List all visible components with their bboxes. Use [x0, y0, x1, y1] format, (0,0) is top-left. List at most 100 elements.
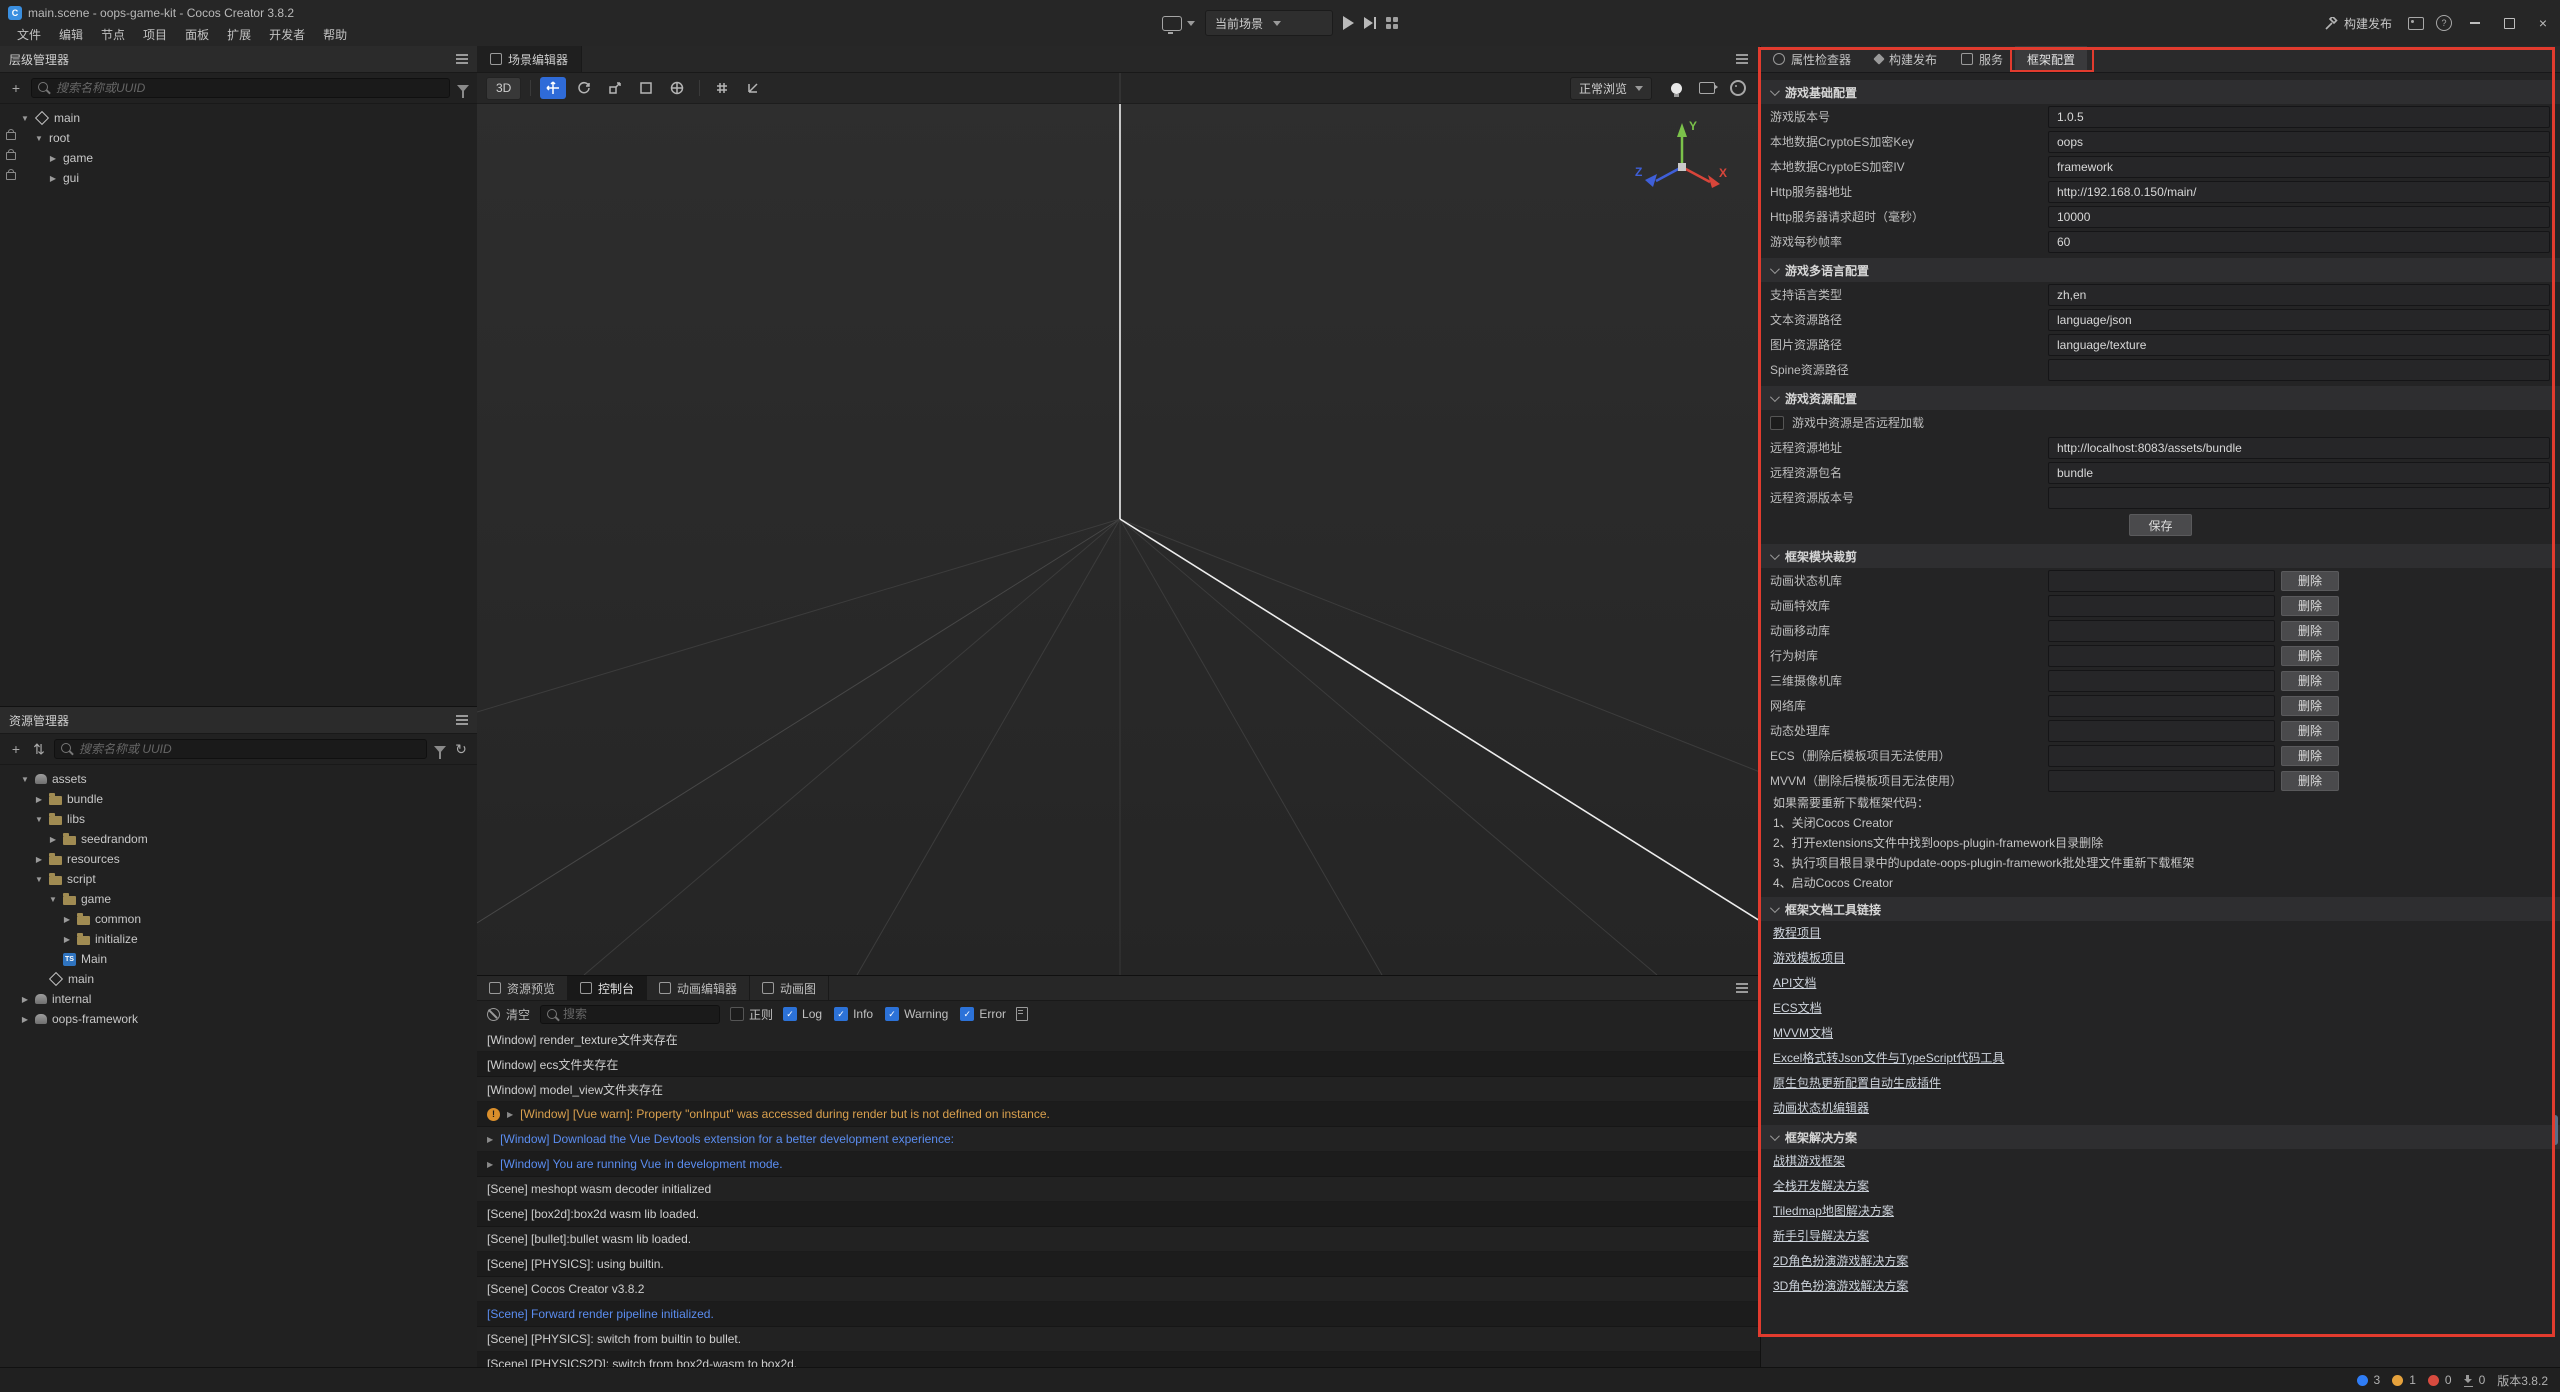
scale-tool-button[interactable] — [602, 77, 628, 99]
delete-module-button[interactable]: 删除 — [2281, 771, 2339, 791]
module-input[interactable] — [2048, 695, 2275, 717]
module-input[interactable] — [2048, 720, 2275, 742]
delete-module-button[interactable]: 删除 — [2281, 746, 2339, 766]
module-input[interactable] — [2048, 595, 2275, 617]
delete-module-button[interactable]: 删除 — [2281, 671, 2339, 691]
inspector-tab[interactable]: 属性检查器 — [1761, 46, 1863, 72]
console-tab[interactable]: 动画图 — [750, 976, 829, 1000]
delete-module-button[interactable]: 删除 — [2281, 621, 2339, 641]
expand-arrow-icon[interactable] — [34, 815, 44, 824]
section-doc-links[interactable]: 框架文档工具链接 — [1761, 897, 2560, 921]
minimize-button[interactable] — [2458, 0, 2492, 46]
expand-arrow-icon[interactable] — [62, 915, 72, 924]
console-message[interactable]: ! ▶ [Scene] [PHYSICS2D]: switch from box… — [477, 1352, 1760, 1368]
console-message[interactable]: ! ▶ [Window] [Vue warn]: Property "onInp… — [477, 1102, 1760, 1127]
error-count-icon[interactable] — [2428, 1375, 2439, 1386]
view-mode-select[interactable]: 正常浏览 — [1570, 77, 1652, 100]
expand-arrow-icon[interactable] — [48, 835, 58, 844]
panel-menu-icon[interactable] — [456, 719, 468, 721]
module-input[interactable] — [2048, 645, 2275, 667]
snap-rotation-button[interactable] — [740, 77, 766, 99]
doc-link[interactable]: Excel格式转Json文件与TypeScript代码工具 — [1773, 1046, 2004, 1071]
section-solutions[interactable]: 框架解决方案 — [1761, 1125, 2560, 1149]
console-message[interactable]: ! ▶ [Window] You are running Vue in deve… — [477, 1152, 1760, 1177]
transform-space-button[interactable] — [664, 77, 690, 99]
refresh-button[interactable]: ↻ — [453, 741, 469, 758]
close-button[interactable]: × — [2526, 0, 2560, 46]
expand-arrow-icon[interactable] — [34, 795, 44, 804]
lock-icon[interactable] — [6, 132, 16, 140]
doc-link[interactable]: API文档 — [1773, 971, 1816, 996]
log-level-checkbox[interactable]: Log — [783, 1007, 822, 1021]
filter-icon[interactable] — [434, 746, 446, 753]
console-message[interactable]: ! ▶ [Scene] meshopt wasm decoder initial… — [477, 1177, 1760, 1202]
panel-menu-icon[interactable] — [1736, 58, 1748, 60]
panel-menu-icon[interactable] — [456, 58, 468, 60]
menu-item[interactable]: 节点 — [92, 23, 134, 45]
delete-module-button[interactable]: 删除 — [2281, 596, 2339, 616]
preview-image-button[interactable] — [2402, 9, 2430, 37]
expand-arrow-icon[interactable] — [48, 895, 58, 904]
step-button[interactable] — [1364, 17, 1376, 29]
expand-arrow-icon[interactable] — [20, 1015, 30, 1024]
tab-scene-editor[interactable]: 场景编辑器 — [477, 46, 582, 72]
help-button[interactable]: ? — [2430, 9, 2458, 37]
tree-node[interactable]: gui — [0, 168, 477, 188]
property-input[interactable] — [2048, 462, 2550, 484]
property-input[interactable] — [2048, 181, 2550, 203]
menu-item[interactable]: 文件 — [8, 23, 50, 45]
scene-viewport[interactable]: Y X Z — [477, 72, 1760, 975]
expand-arrow-icon[interactable] — [48, 154, 58, 163]
delete-module-button[interactable]: 删除 — [2281, 571, 2339, 591]
section-i18n-config[interactable]: 游戏多语言配置 — [1761, 258, 2560, 282]
hierarchy-search-input[interactable] — [31, 78, 450, 98]
solution-link[interactable]: 2D角色扮演游戏解决方案 — [1773, 1249, 1908, 1274]
expand-arrow-icon[interactable] — [20, 775, 30, 784]
property-input[interactable] — [2048, 359, 2550, 381]
play-button[interactable] — [1343, 16, 1354, 30]
snap-position-button[interactable] — [709, 77, 735, 99]
log-level-checkbox[interactable]: Error — [960, 1007, 1006, 1021]
panel-menu-icon[interactable] — [1736, 987, 1748, 989]
console-tab[interactable]: 控制台 — [568, 976, 647, 1000]
expand-arrow-icon[interactable] — [34, 875, 44, 884]
tree-node[interactable]: initialize — [0, 929, 477, 949]
rect-tool-button[interactable] — [633, 77, 659, 99]
property-input[interactable] — [2048, 309, 2550, 331]
property-input[interactable] — [2048, 131, 2550, 153]
solution-link[interactable]: 3D角色扮演游戏解决方案 — [1773, 1274, 1908, 1299]
tree-node[interactable]: game — [0, 148, 477, 168]
menu-item[interactable]: 面板 — [176, 23, 218, 45]
log-level-checkbox[interactable]: Warning — [885, 1007, 948, 1021]
save-button[interactable]: 保存 — [2129, 514, 2191, 536]
sort-button[interactable]: ⇅ — [31, 741, 47, 758]
maximize-button[interactable] — [2492, 0, 2526, 46]
console-message[interactable]: ! ▶ [Scene] Forward render pipeline init… — [477, 1302, 1760, 1327]
log-level-checkbox[interactable]: Info — [834, 1007, 873, 1021]
preview-target-select[interactable] — [1162, 16, 1195, 31]
module-input[interactable] — [2048, 570, 2275, 592]
property-input[interactable] — [2048, 437, 2550, 459]
rotate-tool-button[interactable] — [571, 77, 597, 99]
property-input[interactable] — [2048, 156, 2550, 178]
delete-module-button[interactable]: 删除 — [2281, 696, 2339, 716]
console-message[interactable]: ! ▶ [Scene] [box2d]:box2d wasm lib loade… — [477, 1202, 1760, 1227]
expand-arrow-icon[interactable] — [34, 134, 44, 143]
lighting-toggle-button[interactable] — [1663, 77, 1689, 99]
mode-3d-toggle[interactable]: 3D — [486, 77, 521, 100]
tree-node[interactable]: script — [0, 869, 477, 889]
expand-arrow-icon[interactable]: ▶ — [487, 1135, 493, 1144]
expand-arrow-icon[interactable] — [20, 995, 30, 1004]
expand-arrow-icon[interactable] — [20, 114, 30, 123]
tree-node[interactable]: main — [0, 108, 477, 128]
console-message[interactable]: ! ▶ [Scene] [bullet]:bullet wasm lib loa… — [477, 1227, 1760, 1252]
solution-link[interactable]: 战棋游戏框架 — [1773, 1149, 1845, 1174]
doc-link[interactable]: MVVM文档 — [1773, 1021, 1833, 1046]
camera-settings-button[interactable] — [1694, 77, 1720, 99]
console-message[interactable]: ! ▶ [Scene] [PHYSICS]: switch from built… — [477, 1327, 1760, 1352]
layout-grid-icon[interactable] — [1386, 17, 1398, 29]
tree-node[interactable]: assets — [0, 769, 477, 789]
console-message[interactable]: ! ▶ [Window] Download the Vue Devtools e… — [477, 1127, 1760, 1152]
warning-count-icon[interactable] — [2392, 1375, 2403, 1386]
console-tab[interactable]: 资源预览 — [477, 976, 568, 1000]
